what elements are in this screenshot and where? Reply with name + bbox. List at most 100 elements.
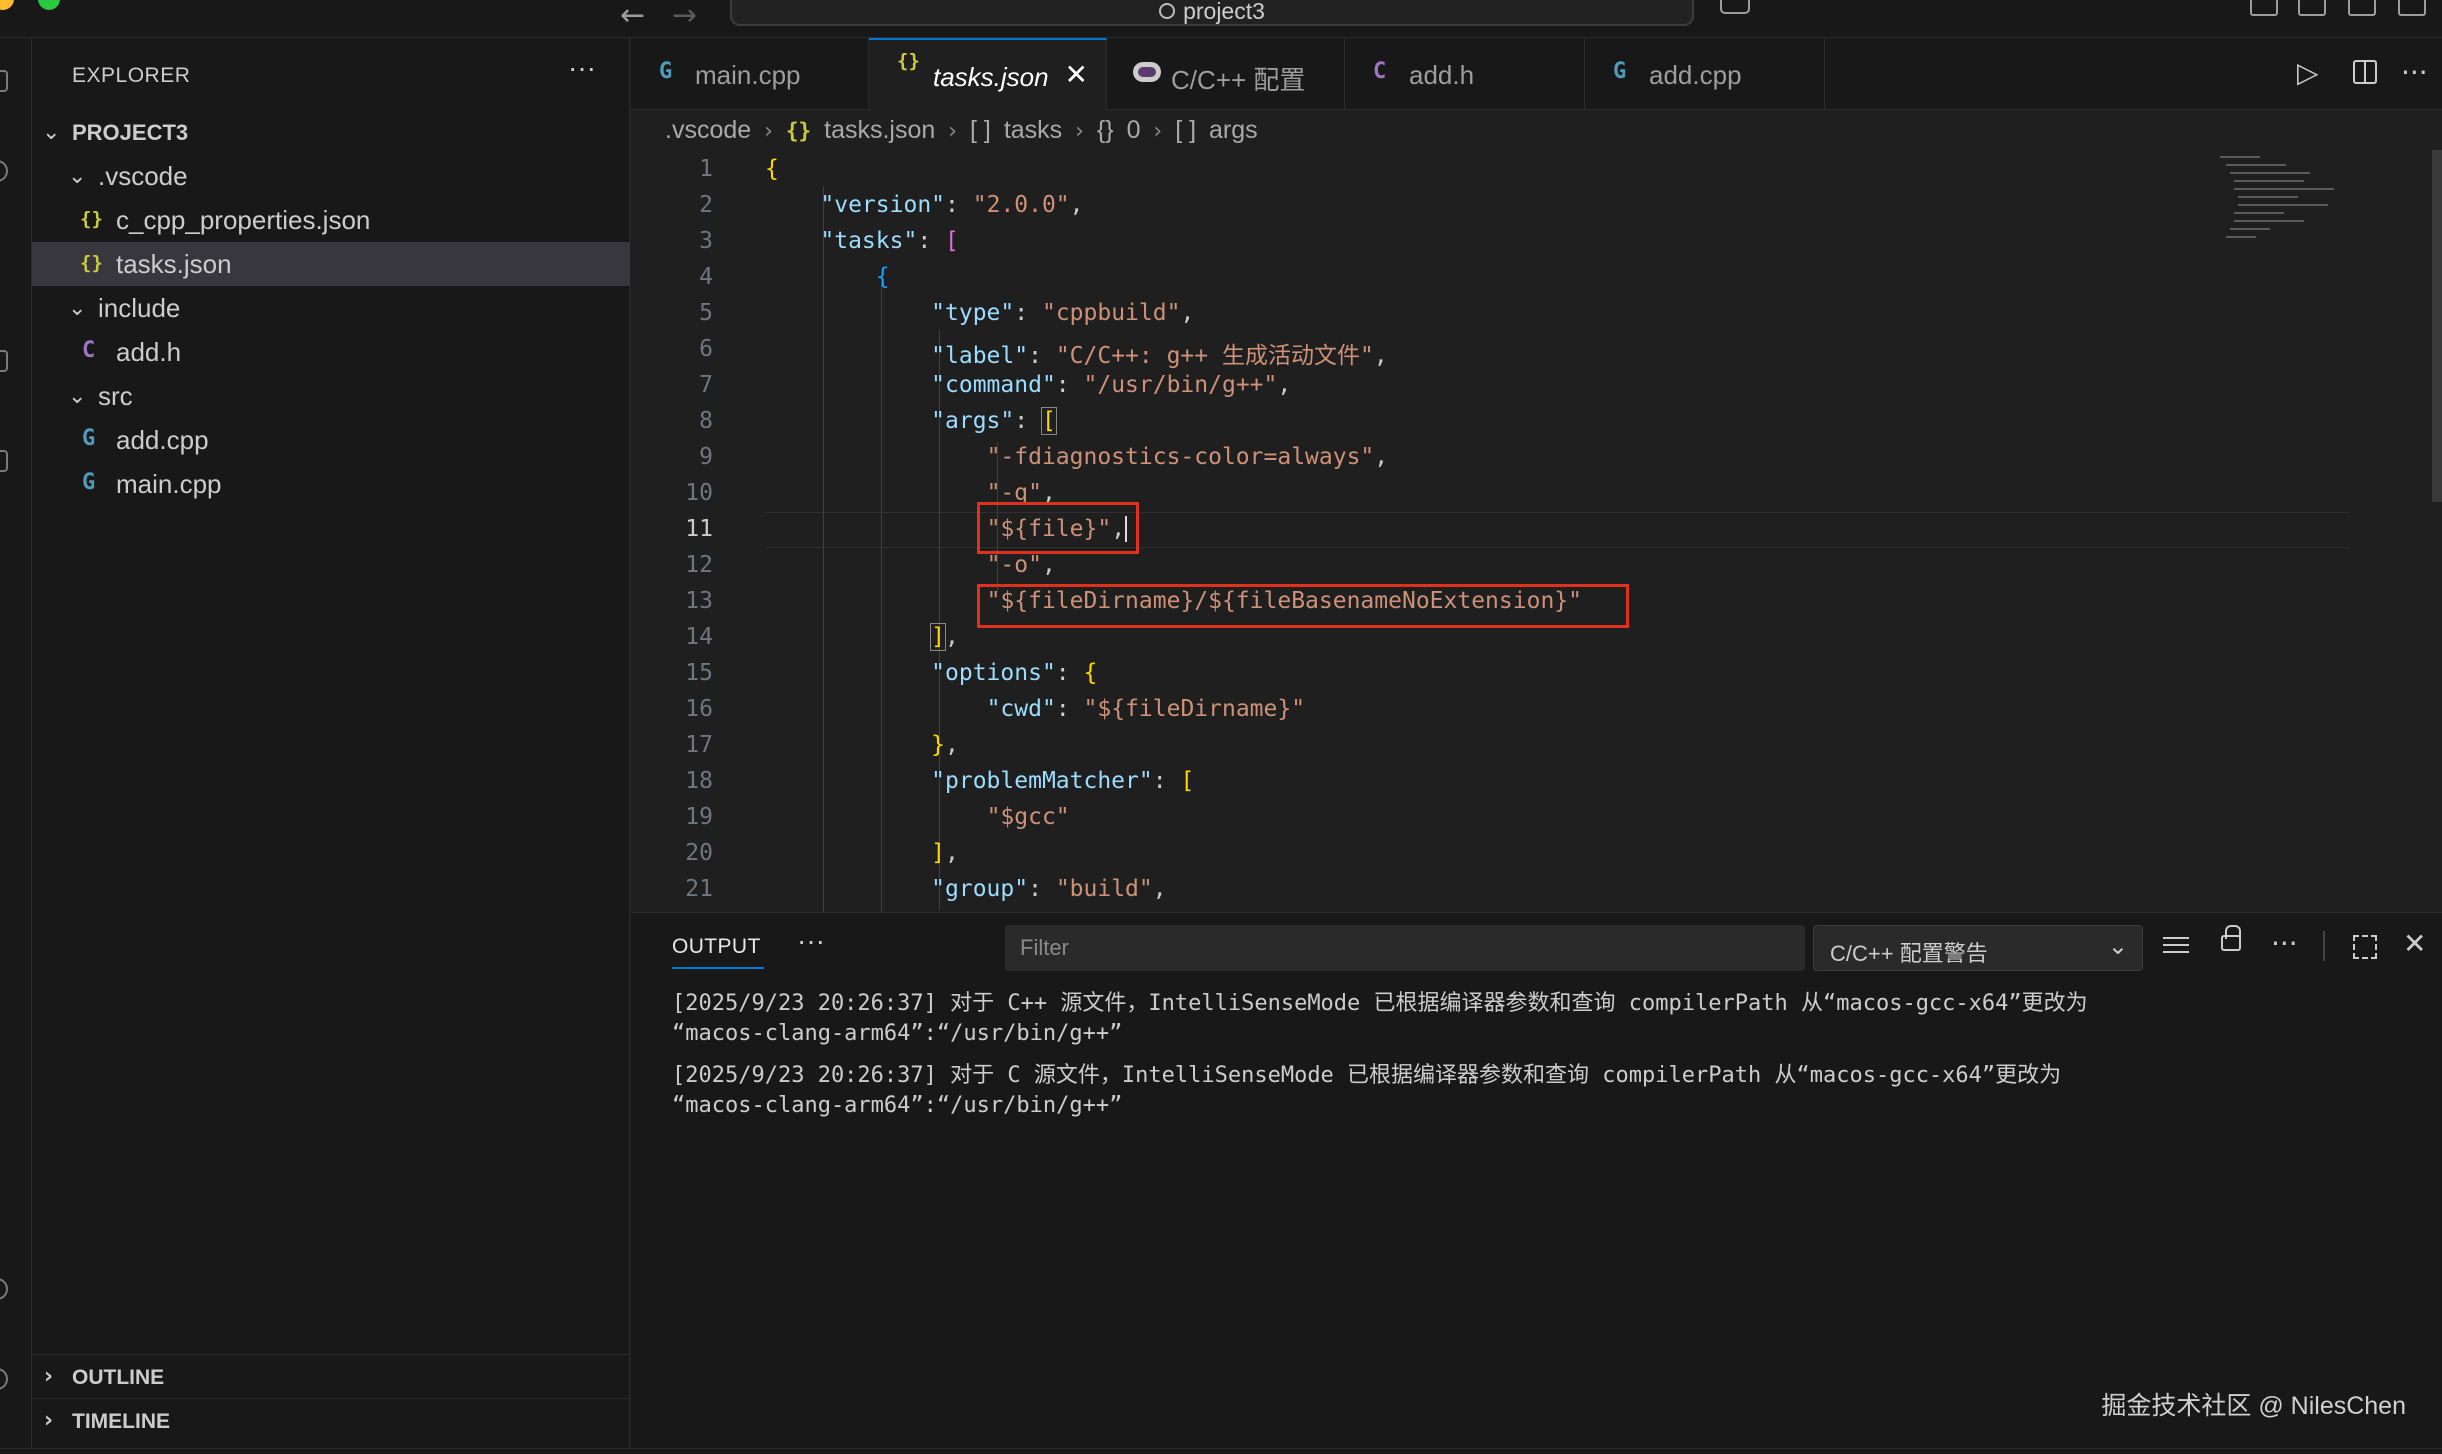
json-string: "2.0.0" <box>972 192 1070 218</box>
output-channel-select[interactable]: C/C++ 配置警告 ⌄ <box>1813 925 2143 971</box>
toggle-panel-icon[interactable] <box>2348 0 2376 16</box>
json-string: "/usr/bin/g++" <box>1083 372 1278 398</box>
accounts-icon[interactable] <box>0 1278 8 1300</box>
run-icon[interactable]: ▷ <box>2297 56 2319 89</box>
run-debug-icon[interactable] <box>0 350 8 372</box>
toggle-secondary-sidebar-icon[interactable] <box>2398 0 2426 16</box>
code-line: 19 "$gcc" <box>631 798 2442 834</box>
tab-cpp-config[interactable]: C/C++ 配置 <box>1107 38 1345 110</box>
chevron-right-icon: › <box>1153 119 1163 144</box>
chevron-down-icon: ⌄ <box>68 384 87 409</box>
object-icon: {} <box>1096 116 1114 144</box>
tab-add-cpp[interactable]: G add.cpp <box>1585 38 1825 110</box>
chevron-right-icon: › <box>948 119 958 144</box>
tree-file-add-h[interactable]: C add.h <box>32 330 630 374</box>
extensions-icon[interactable] <box>0 450 8 472</box>
close-panel-icon[interactable]: ✕ <box>2403 927 2426 960</box>
minimap[interactable] <box>2220 150 2340 260</box>
tree-label: .vscode <box>98 161 188 191</box>
minimap-line <box>2226 236 2256 238</box>
tree-folder-src[interactable]: ⌄ src <box>32 374 630 418</box>
line-number: 14 <box>685 624 713 650</box>
search-icon <box>1159 3 1176 19</box>
minimap-line <box>2234 180 2304 182</box>
code-line: 15 "options": { <box>631 654 2442 690</box>
json-string: "-fdiagnostics-color=always" <box>986 444 1375 470</box>
explorer-more-button[interactable]: ··· <box>568 52 596 84</box>
tab-add-h[interactable]: C add.h <box>1345 38 1585 110</box>
tab-main-cpp[interactable]: G main.cpp <box>631 38 869 110</box>
minimap-line <box>2220 156 2260 158</box>
breadcrumb-folder[interactable]: .vscode <box>665 116 751 144</box>
maximize-panel-icon[interactable] <box>2353 935 2377 959</box>
code-line: 12 "-o", <box>631 546 2442 582</box>
array-icon: [ ] <box>970 116 991 144</box>
forward-arrow-icon[interactable]: → <box>672 0 697 33</box>
tree-folder-include[interactable]: ⌄ include <box>32 286 630 330</box>
code-editor[interactable]: 1{ 2 "version": "2.0.0", 3 "tasks": [ 4 … <box>631 150 2442 912</box>
explorer-header: EXPLORER <box>72 64 191 87</box>
timeline-section-header[interactable]: › TIMELINE <box>32 1398 630 1442</box>
tab-label: add.cpp <box>1649 60 1742 90</box>
tree-folder-project3[interactable]: ⌄ PROJECT3 <box>32 110 630 154</box>
manage-gear-icon[interactable] <box>0 1368 8 1390</box>
tree-file-main-cpp[interactable]: G main.cpp <box>32 462 630 506</box>
clear-output-icon[interactable] <box>2163 937 2189 958</box>
panel-more-button[interactable]: ··· <box>797 925 825 957</box>
output-line: [2025/9/23 20:26:37] 对于 C++ 源文件，IntelliS… <box>672 991 2088 1016</box>
minimize-window-button[interactable] <box>0 0 14 10</box>
json-key: "group" <box>931 876 1029 902</box>
chevron-down-icon: ⌄ <box>42 120 61 145</box>
code-line: 2 "version": "2.0.0", <box>631 186 2442 222</box>
close-tab-icon[interactable]: ✕ <box>1065 58 1088 91</box>
code-line-current: 11 "${file}", <box>631 510 2442 546</box>
code-line: 5 "type": "cppbuild", <box>631 294 2442 330</box>
command-center[interactable]: project3 <box>730 0 1694 26</box>
code-line: 16 "cwd": "${fileDirname}" <box>631 690 2442 726</box>
tab-output[interactable]: OUTPUT <box>672 935 761 959</box>
explorer-icon[interactable] <box>0 70 8 92</box>
code-line: 8 "args": [ <box>631 402 2442 438</box>
breadcrumb-index[interactable]: 0 <box>1127 116 1141 144</box>
minimap-line <box>2238 196 2298 198</box>
settings-badge-icon <box>1133 62 1161 82</box>
split-editor-icon[interactable] <box>2353 60 2377 84</box>
tree-file-c-cpp-properties[interactable]: {} c_cpp_properties.json <box>32 198 630 242</box>
tab-label: add.h <box>1409 60 1475 90</box>
minimap-line <box>2230 228 2270 230</box>
back-arrow-icon[interactable]: ← <box>620 0 645 33</box>
tab-tasks-json[interactable]: {} tasks.json ✕ <box>869 38 1107 110</box>
line-number: 7 <box>699 372 713 398</box>
minimap-line <box>2230 172 2310 174</box>
lock-scroll-icon[interactable] <box>2221 925 2241 951</box>
panel-actions-more-button[interactable]: ··· <box>2271 927 2298 960</box>
json-string: "cppbuild" <box>1041 300 1181 326</box>
tree-folder-vscode[interactable]: ⌄ .vscode <box>32 154 630 198</box>
breadcrumb-tasks[interactable]: tasks <box>1004 116 1062 144</box>
editor-more-button[interactable]: ··· <box>2401 56 2428 89</box>
line-number: 17 <box>685 732 713 758</box>
section-label: TIMELINE <box>72 1410 170 1433</box>
code-line: 6 "label": "C/C++: g++ 生成活动文件", <box>631 330 2442 369</box>
customize-layout-icon[interactable] <box>2250 0 2278 16</box>
copilot-icon[interactable] <box>1720 0 1750 14</box>
breadcrumb-args[interactable]: args <box>1209 116 1258 144</box>
output-line: “macos-clang-arm64”:“/usr/bin/g++” <box>672 1021 1123 1046</box>
editor-scrollbar[interactable] <box>2432 150 2442 502</box>
search-icon[interactable] <box>0 160 8 182</box>
tree-file-tasks-json[interactable]: {} tasks.json <box>32 242 630 286</box>
output-filter-input[interactable] <box>1005 925 1805 971</box>
tree-label: src <box>98 381 133 411</box>
output-line: “macos-clang-arm64”:“/usr/bin/g++” <box>672 1093 1123 1118</box>
outline-section-header[interactable]: › OUTLINE <box>32 1354 630 1398</box>
tree-file-add-cpp[interactable]: G add.cpp <box>32 418 630 462</box>
breadcrumb-file[interactable]: tasks.json <box>824 116 935 144</box>
editor-tab-bar: G main.cpp {} tasks.json ✕ C/C++ 配置 C ad… <box>631 38 2442 110</box>
panel-divider <box>2323 931 2325 961</box>
chevron-down-icon: ⌄ <box>2107 932 2128 960</box>
json-file-icon: {} <box>897 50 920 72</box>
zoom-window-button[interactable] <box>38 0 60 10</box>
toggle-sidebar-icon[interactable] <box>2298 0 2326 16</box>
line-number: 8 <box>699 408 713 434</box>
minimap-line <box>2238 204 2328 206</box>
